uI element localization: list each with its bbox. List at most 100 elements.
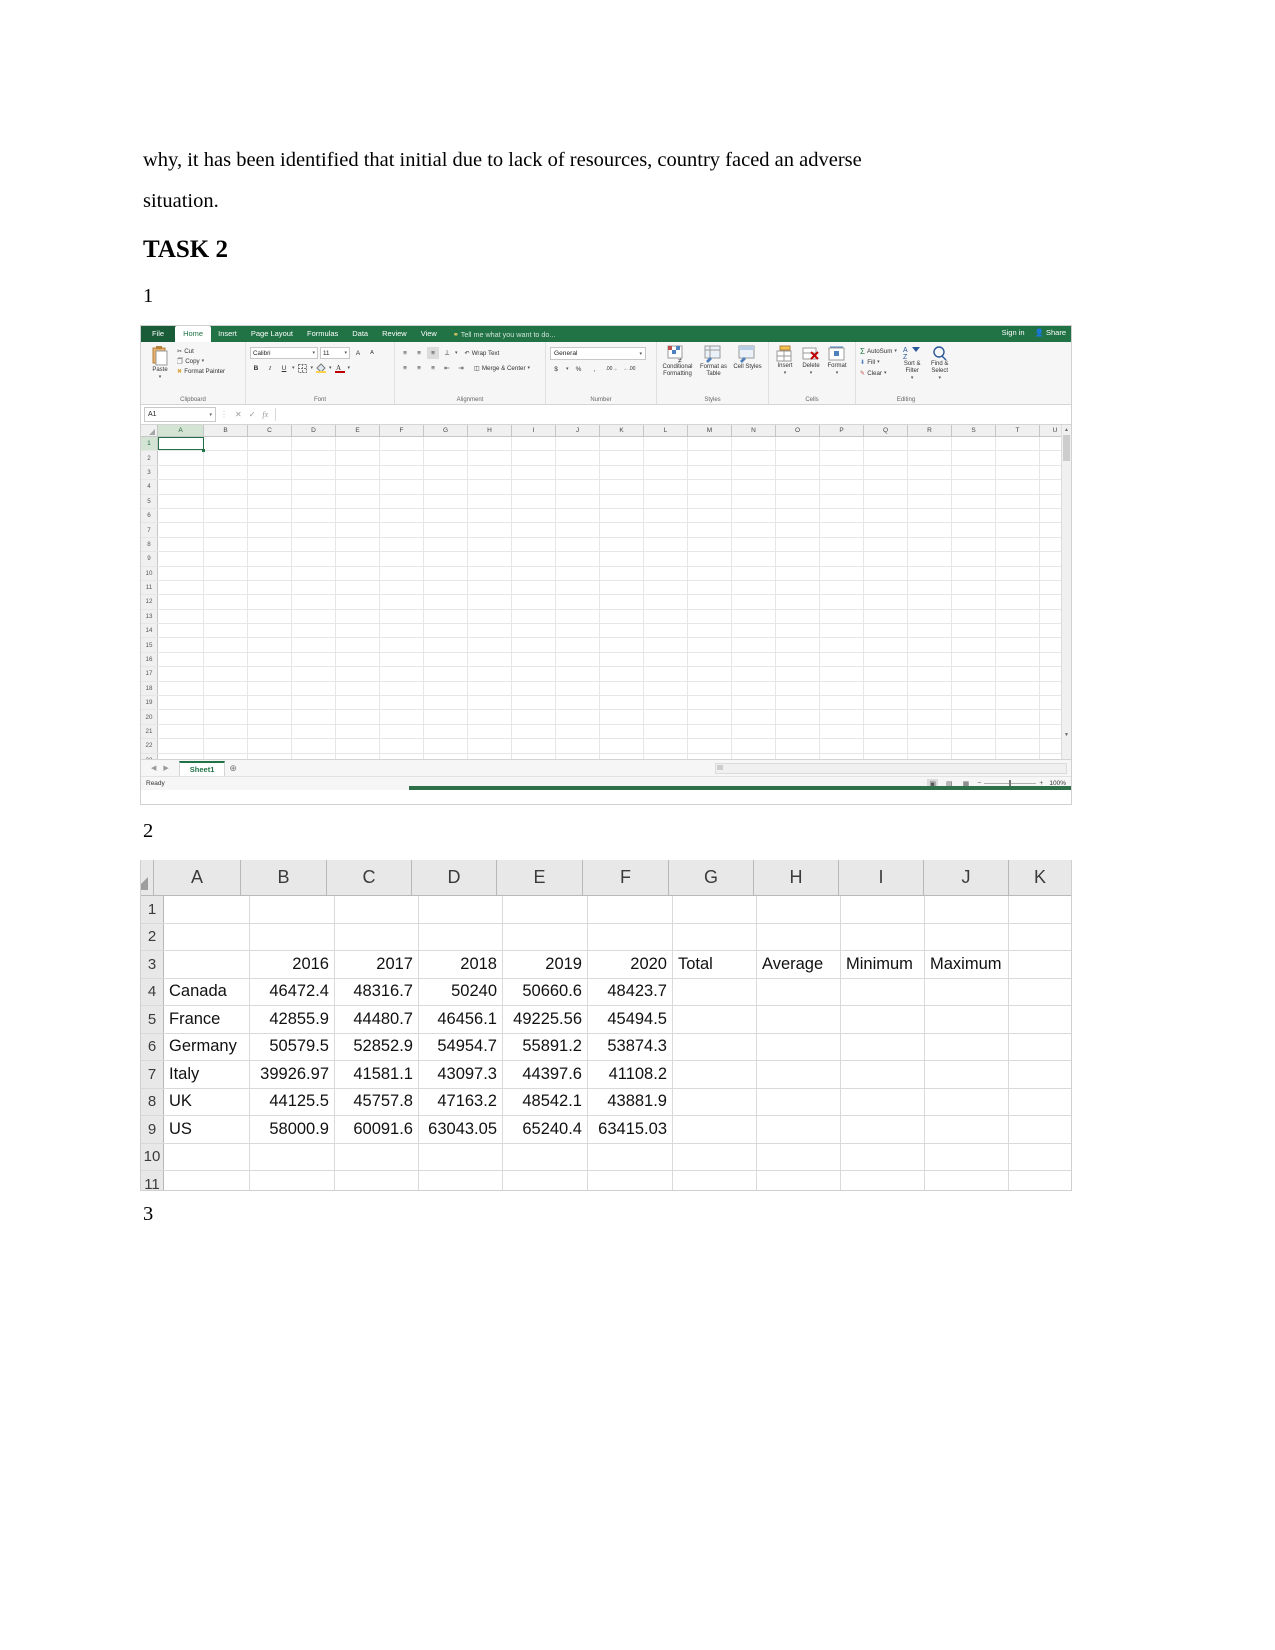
table-cell-filled[interactable]: 63043.05	[419, 1116, 503, 1143]
grid-cell[interactable]	[776, 609, 820, 624]
grid-row[interactable]: 7	[141, 523, 1071, 538]
grid-cell[interactable]	[424, 508, 468, 523]
table-cell[interactable]	[1009, 1006, 1071, 1033]
table-cell-filled[interactable]: UK	[164, 1088, 250, 1115]
table-column-header-K[interactable]: K	[1009, 860, 1071, 895]
grid-row[interactable]: 5	[141, 494, 1071, 509]
table-row-header-6[interactable]: 6	[141, 1033, 164, 1060]
grid-cell[interactable]	[776, 739, 820, 753]
chevron-down-icon[interactable]: ▾	[884, 369, 887, 378]
grid-cell[interactable]	[468, 710, 512, 724]
row-header-11[interactable]: 11	[141, 580, 158, 595]
grid-cell[interactable]	[776, 437, 820, 451]
grid-cell[interactable]	[820, 552, 864, 566]
row-header-1[interactable]: 1	[141, 437, 158, 451]
grid-cell[interactable]	[996, 437, 1040, 451]
grid-cell[interactable]	[600, 696, 644, 710]
grid-cell[interactable]	[204, 681, 248, 696]
grid-cell[interactable]	[424, 638, 468, 652]
table-cell-filled[interactable]: Canada	[164, 978, 250, 1005]
grid-cell[interactable]	[864, 523, 908, 537]
grid-cell[interactable]	[468, 480, 512, 494]
grid-cell[interactable]	[292, 508, 336, 523]
insert-function-icon[interactable]: fx	[262, 410, 268, 419]
currency-button[interactable]: $	[550, 363, 562, 375]
grid-cell[interactable]	[864, 739, 908, 753]
table-cell[interactable]	[925, 923, 1009, 950]
grid-cell[interactable]	[468, 595, 512, 609]
chevron-down-icon[interactable]: ▾	[836, 370, 839, 376]
grid-cell[interactable]	[468, 566, 512, 580]
table-cell-filled[interactable]: Germany	[164, 1033, 250, 1060]
grid-cell[interactable]	[292, 624, 336, 638]
grid-row[interactable]: 22	[141, 739, 1071, 754]
grid-cell[interactable]	[292, 638, 336, 652]
table-cell[interactable]	[757, 1116, 841, 1143]
horizontal-scrollbar[interactable]	[715, 763, 1067, 774]
grid-cell[interactable]	[556, 552, 600, 566]
grid-cell[interactable]	[292, 696, 336, 710]
vertical-scroll-thumb[interactable]	[1063, 435, 1070, 461]
table-cell-filled[interactable]: 44480.7	[335, 1006, 419, 1033]
grid-cell[interactable]	[996, 451, 1040, 465]
grid-cell[interactable]	[600, 624, 644, 638]
grid-cell[interactable]	[688, 696, 732, 710]
grid-cell[interactable]	[952, 451, 996, 465]
grid-cell[interactable]	[864, 465, 908, 480]
table-cell[interactable]	[250, 1143, 335, 1170]
grid-cell[interactable]	[776, 494, 820, 508]
grid-cell[interactable]	[468, 739, 512, 753]
grid-cell[interactable]	[644, 739, 688, 753]
grid-cell[interactable]	[336, 580, 380, 595]
grid-cell[interactable]	[600, 537, 644, 552]
grid-cell[interactable]	[204, 465, 248, 480]
table-cell[interactable]	[673, 978, 757, 1005]
column-header-M[interactable]: M	[688, 425, 732, 436]
column-header-P[interactable]: P	[820, 425, 864, 436]
grid-cell[interactable]	[556, 696, 600, 710]
grid-cell[interactable]	[248, 465, 292, 480]
grid-cell[interactable]	[952, 494, 996, 508]
grid-cell[interactable]	[380, 667, 424, 681]
grid-cell[interactable]	[688, 724, 732, 739]
grid-cell[interactable]	[204, 609, 248, 624]
grid-cell[interactable]	[732, 696, 776, 710]
table-cell[interactable]	[841, 1006, 925, 1033]
table-row-header-3[interactable]: 3	[141, 951, 164, 978]
grid-cell[interactable]	[908, 652, 952, 667]
grid-cell[interactable]	[776, 566, 820, 580]
grid-cell[interactable]	[248, 552, 292, 566]
grid-cell[interactable]	[336, 508, 380, 523]
table-cell[interactable]	[1009, 1088, 1071, 1115]
table-cell[interactable]	[925, 1033, 1009, 1060]
worksheet-grid[interactable]: A B C D E F G H I J K L M N O P Q R S T	[141, 425, 1071, 759]
table-cell-filled[interactable]: 2018	[419, 951, 503, 978]
chevron-down-icon[interactable]: ▾	[455, 350, 458, 356]
table-cell[interactable]	[925, 1006, 1009, 1033]
table-column-header-J[interactable]: J	[924, 860, 1009, 895]
grid-cell[interactable]	[556, 508, 600, 523]
grid-cell[interactable]	[204, 494, 248, 508]
chevron-down-icon[interactable]: ▾	[894, 347, 897, 356]
grid-cell[interactable]	[688, 465, 732, 480]
grid-cell[interactable]	[158, 667, 204, 681]
grid-cell[interactable]	[204, 724, 248, 739]
grid-cell[interactable]	[688, 552, 732, 566]
grid-cell[interactable]	[952, 480, 996, 494]
grid-cell[interactable]	[204, 638, 248, 652]
grid-cell[interactable]	[468, 465, 512, 480]
grid-cell[interactable]	[468, 681, 512, 696]
row-header-2[interactable]: 2	[141, 451, 158, 465]
table-cell[interactable]	[757, 1171, 841, 1190]
scroll-up-icon[interactable]: ▲	[1063, 426, 1070, 434]
grid-cell[interactable]	[732, 465, 776, 480]
row-header-15[interactable]: 15	[141, 638, 158, 652]
grid-cell[interactable]	[864, 681, 908, 696]
grid-cell[interactable]	[424, 609, 468, 624]
table-cell[interactable]	[419, 923, 503, 950]
grid-cell[interactable]	[820, 724, 864, 739]
grid-cell[interactable]	[292, 494, 336, 508]
grid-cell[interactable]	[908, 451, 952, 465]
grid-cell[interactable]	[512, 638, 556, 652]
table-cell[interactable]	[757, 1006, 841, 1033]
